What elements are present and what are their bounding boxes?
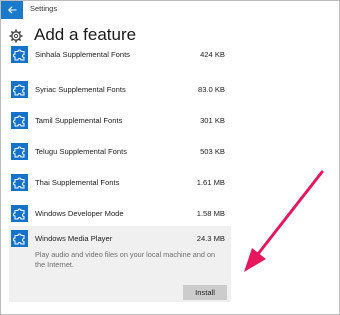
feature-name: Thai Supplemental Fonts <box>35 178 120 187</box>
feature-size: 83.0 KB <box>197 85 225 94</box>
feature-list: Sinhala Supplemental Fonts 424 KB Syriac… <box>9 43 231 229</box>
feature-name: Telugu Supplemental Fonts <box>35 147 128 156</box>
feature-row[interactable]: Telugu Supplemental Fonts 503 KB <box>9 136 231 167</box>
feature-name: Sinhala Supplemental Fonts <box>35 50 130 59</box>
title-bar: Settings <box>1 1 339 19</box>
feature-name: Windows Developer Mode <box>35 209 124 218</box>
feature-row[interactable]: Sinhala Supplemental Fonts 424 KB <box>9 43 231 74</box>
feature-row[interactable]: Windows Developer Mode 1.58 MB <box>9 198 231 229</box>
feature-size: 1.61 MB <box>196 178 225 187</box>
feature-size: 1.58 MB <box>196 209 225 218</box>
feature-size: 301 KB <box>200 116 225 125</box>
puzzle-piece-icon <box>11 230 28 247</box>
feature-size: 503 KB <box>200 147 225 156</box>
puzzle-piece-icon <box>11 174 28 191</box>
feature-name: Syriac Supplemental Fonts <box>35 85 126 94</box>
window-title: Settings <box>30 4 58 13</box>
puzzle-piece-icon <box>11 112 28 129</box>
back-button[interactable] <box>1 1 23 19</box>
page-title: Add a feature <box>34 25 137 44</box>
puzzle-piece-icon <box>11 205 28 222</box>
settings-window: Settings Add a feature Sinhala Supplemen… <box>0 0 340 315</box>
feature-name: Tamil Supplemental Fonts <box>35 116 123 125</box>
feature-name: Windows Media Player <box>35 234 113 243</box>
feature-size: 424 KB <box>200 50 225 59</box>
install-button[interactable]: Install <box>183 285 227 300</box>
puzzle-piece-icon <box>11 46 28 63</box>
feature-row[interactable]: Syriac Supplemental Fonts 83.0 KB <box>9 74 231 105</box>
install-button-row: Install <box>9 255 231 300</box>
gear-icon <box>9 29 23 43</box>
puzzle-piece-icon <box>11 81 28 98</box>
feature-row[interactable]: Thai Supplemental Fonts 1.61 MB <box>9 167 231 198</box>
feature-row[interactable]: Tamil Supplemental Fonts 301 KB <box>9 105 231 136</box>
puzzle-piece-icon <box>11 143 28 160</box>
feature-size: 24.3 MB <box>196 234 225 243</box>
back-arrow-icon <box>7 6 16 14</box>
selected-feature-panel[interactable]: Windows Media Player 24.3 MB Play audio … <box>9 226 231 302</box>
